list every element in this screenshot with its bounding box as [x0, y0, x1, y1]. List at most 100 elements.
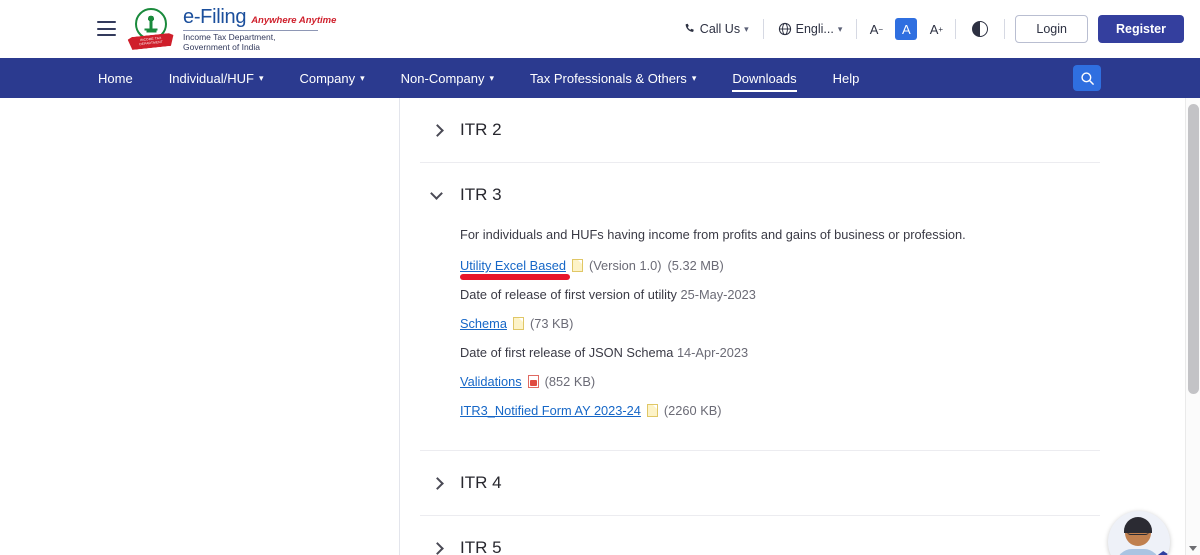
header-utility-bar: Call Us ▾ Engli... ▾ A − A A + Login Reg… [674, 15, 1184, 43]
nav-label: Help [832, 70, 860, 86]
chevron-right-icon [430, 476, 444, 490]
brand-name: e-Filing [183, 5, 247, 28]
nav-label: Individual/HUF [168, 70, 254, 86]
accordion-header-itr2[interactable]: ITR 2 [420, 98, 1100, 162]
download-row-validations: Validations (852 KB) [460, 374, 1100, 389]
top-header: e-Filing Anywhere Anytime Income Tax Dep… [0, 0, 1200, 58]
accordion-body-itr3: For individuals and HUFs having income f… [420, 227, 1100, 450]
nav-label: Non-Company [400, 70, 485, 86]
hamburger-icon[interactable] [97, 21, 116, 36]
utility-excel-based-link[interactable]: Utility Excel Based [460, 258, 570, 280]
language-dropdown[interactable]: Engli... ▾ [768, 22, 853, 36]
page-body: ITR 2 ITR 3 For individuals and HUFs hav… [0, 98, 1200, 555]
chatbot-glasses [1127, 528, 1149, 535]
pdf-file-icon [527, 375, 539, 388]
download-row-utility: Utility Excel Based (Version 1.0) (5.32 … [460, 258, 1100, 280]
utility-release-label: Date of release of first version of util… [460, 287, 677, 302]
nav-item-tax-professionals[interactable]: Tax Professionals & Others ▾ [512, 58, 714, 98]
nav-label: Tax Professionals & Others [530, 70, 687, 86]
downloads-accordion: ITR 2 ITR 3 For individuals and HUFs hav… [400, 98, 1200, 555]
chevron-down-icon [430, 188, 444, 202]
schema-file-icon [512, 317, 524, 330]
brand-logo[interactable]: e-Filing Anywhere Anytime Income Tax Dep… [128, 5, 337, 52]
chevron-down-icon: ▾ [489, 72, 495, 83]
notified-form-size: (2260 KB) [663, 403, 722, 418]
brand-tagline: Anywhere Anytime [251, 14, 337, 26]
vertical-scrollbar[interactable] [1185, 98, 1200, 555]
nav-label: Company [299, 70, 356, 86]
nav-item-home[interactable]: Home [80, 58, 151, 98]
excel-file-icon [571, 259, 583, 272]
schema-release-date: 14-Apr-2023 [676, 345, 749, 360]
chevron-right-icon [430, 123, 444, 137]
divider [1004, 19, 1006, 39]
scrollbar-thumb[interactable] [1188, 104, 1199, 394]
nav-item-help[interactable]: Help [815, 58, 878, 98]
search-icon [1080, 71, 1094, 85]
nav-item-non-company[interactable]: Non-Company ▾ [383, 58, 512, 98]
accordion-header-itr5[interactable]: ITR 5 [420, 516, 1100, 555]
font-increase-label: A [929, 21, 939, 37]
nav-label: Home [98, 70, 133, 86]
chevron-down-icon: ▾ [837, 23, 843, 34]
chevron-down-icon: ▾ [360, 72, 365, 83]
divider [856, 19, 858, 39]
nav-item-downloads[interactable]: Downloads [714, 58, 814, 98]
language-label: Engli... [795, 22, 834, 36]
schema-link[interactable]: Schema [460, 316, 507, 331]
accordion-title: ITR 3 [460, 185, 502, 204]
left-panel [0, 98, 400, 555]
income-tax-emblem-icon [128, 7, 174, 51]
chatbot-body [1116, 549, 1160, 555]
chevron-down-icon: ▾ [744, 23, 749, 34]
validations-link[interactable]: Validations [460, 374, 522, 389]
font-increase-button[interactable]: A + [925, 18, 947, 40]
scroll-down-arrow-icon[interactable] [1189, 546, 1197, 551]
login-button[interactable]: Login [1015, 15, 1088, 43]
validations-size: (852 KB) [544, 374, 596, 389]
download-row-notified-form: ITR3_Notified Form AY 2023-24 (2260 KB) [460, 403, 1100, 418]
schema-release-row: Date of first release of JSON Schema 14-… [460, 345, 1100, 360]
accordion-title: ITR 5 [460, 538, 502, 555]
notified-form-file-icon [646, 404, 658, 417]
accordion-section-itr5: ITR 5 [420, 516, 1100, 555]
main-navigation: Home Individual/HUF ▾ Company ▾ Non-Comp… [0, 58, 1200, 98]
accordion-title: ITR 2 [460, 120, 502, 139]
font-normal-button[interactable]: A [895, 18, 918, 40]
chevron-down-icon: ▾ [691, 72, 697, 83]
chevron-right-icon [430, 541, 444, 555]
utility-version: (Version 1.0) [588, 258, 662, 273]
accordion-header-itr4[interactable]: ITR 4 [420, 451, 1100, 515]
font-decrease-button[interactable]: A − [865, 18, 887, 40]
divider [955, 19, 957, 39]
search-button[interactable] [1073, 65, 1101, 91]
call-us-dropdown[interactable]: Call Us ▾ [674, 22, 759, 36]
utility-size: (5.32 MB) [667, 258, 724, 273]
schema-release-label: Date of first release of JSON Schema [460, 345, 674, 360]
red-annotation-underline [460, 274, 570, 280]
accordion-section-itr3: ITR 3 For individuals and HUFs having in… [420, 163, 1100, 451]
accordion-title: ITR 4 [460, 473, 502, 492]
utility-release-row: Date of release of first version of util… [460, 287, 1100, 302]
register-button[interactable]: Register [1097, 15, 1184, 43]
font-normal-label: A [902, 21, 911, 37]
call-us-label: Call Us [699, 22, 741, 36]
itr3-description: For individuals and HUFs having income f… [460, 227, 966, 242]
notified-form-link[interactable]: ITR3_Notified Form AY 2023-24 [460, 403, 641, 418]
accordion-header-itr3[interactable]: ITR 3 [420, 163, 1100, 227]
nav-label: Downloads [732, 70, 797, 86]
nav-item-individual-huf[interactable]: Individual/HUF ▾ [151, 58, 282, 98]
contrast-toggle-icon[interactable] [972, 21, 989, 37]
font-decrease-label: A [869, 21, 879, 37]
accordion-section-itr4: ITR 4 [420, 451, 1100, 516]
globe-icon [778, 22, 791, 36]
download-row-schema: Schema (73 KB) [460, 316, 1100, 331]
brand-subtitle: Income Tax Department, Government of Ind… [183, 29, 318, 52]
utility-link-label: Utility Excel Based [460, 258, 566, 273]
utility-release-date: 25-May-2023 [680, 287, 756, 302]
phone-icon [685, 23, 694, 32]
nav-item-company[interactable]: Company ▾ [281, 58, 382, 98]
accordion-section-itr2: ITR 2 [420, 98, 1100, 163]
divider [762, 19, 764, 39]
brand-text: e-Filing Anywhere Anytime Income Tax Dep… [183, 5, 337, 52]
